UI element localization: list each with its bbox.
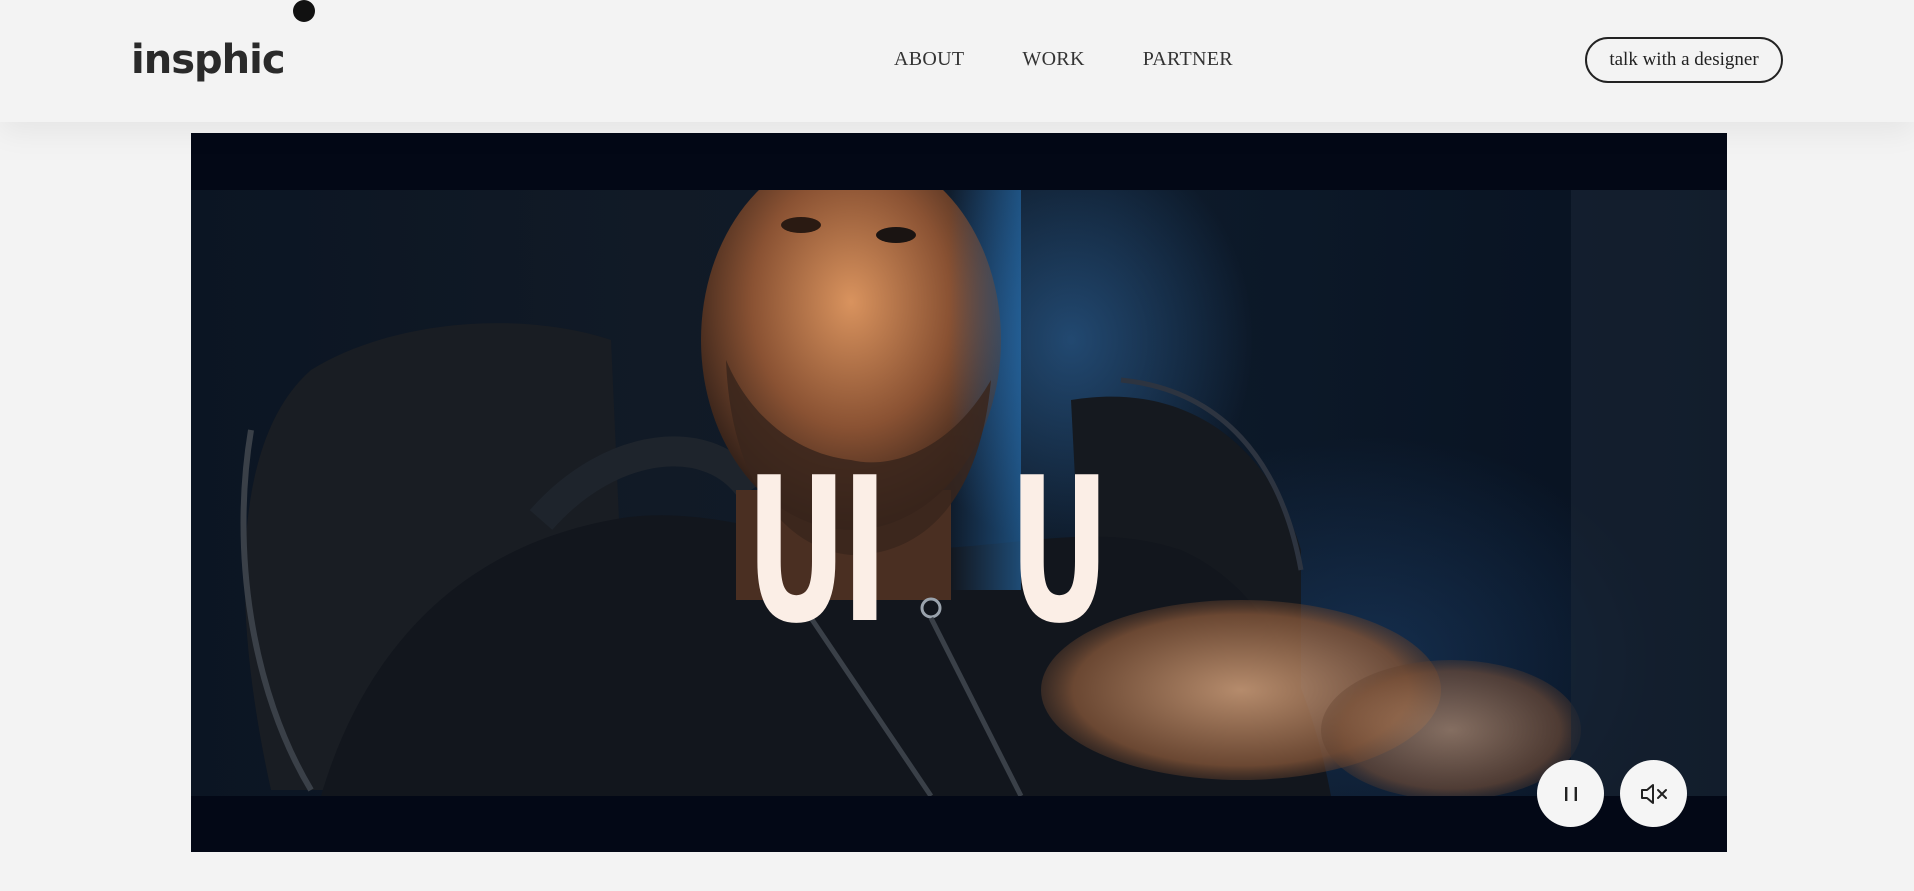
talk-with-designer-button[interactable]: talk with a designer	[1585, 37, 1783, 83]
video-frame: UI U	[191, 190, 1727, 796]
nav-item-about[interactable]: ABOUT	[894, 48, 964, 71]
main-nav: ABOUT WORK PARTNER	[894, 48, 1233, 71]
nav-item-partner[interactable]: PARTNER	[1143, 48, 1233, 71]
logo-text: insphic	[131, 37, 286, 83]
video-still-illustration	[240, 190, 1727, 796]
logo-dot-icon	[293, 0, 315, 22]
overlay-text-ui: UI	[746, 435, 888, 668]
mute-button[interactable]	[1620, 760, 1687, 827]
pause-button[interactable]	[1537, 760, 1604, 827]
logo-link[interactable]: insphic	[131, 0, 315, 83]
volume-muted-icon	[1640, 783, 1667, 804]
hero-video[interactable]: UI U	[191, 133, 1727, 852]
overlay-text-u: U	[1009, 435, 1110, 668]
pause-icon	[1564, 786, 1577, 801]
site-header: insphic ABOUT WORK PARTNER talk with a d…	[0, 0, 1914, 122]
nav-item-work[interactable]: WORK	[1022, 48, 1084, 71]
